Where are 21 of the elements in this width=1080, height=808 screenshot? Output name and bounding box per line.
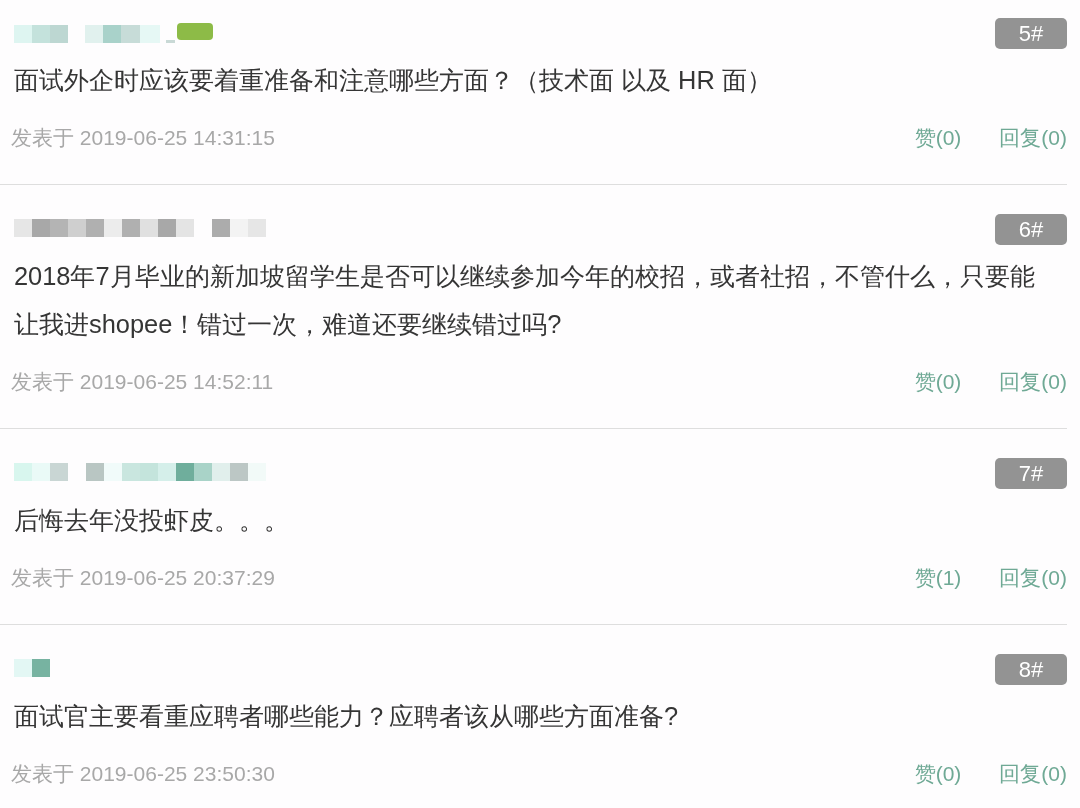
post-timestamp: 发表于 2019-06-25 14:52:11: [11, 369, 274, 395]
post-text: 面试官主要看重应聘者哪些能力？应聘者该从哪些方面准备?: [14, 701, 680, 732]
pixelated-username: [14, 659, 50, 679]
floor-badge: 5#: [995, 17, 1067, 49]
post-timestamp: 发表于 2019-06-25 20:37:29: [11, 565, 275, 591]
like-link[interactable]: 赞(0): [914, 124, 962, 152]
reply-link[interactable]: 回复(0): [999, 564, 1067, 592]
floor-badge: 6#: [995, 213, 1067, 245]
post-text: 后悔去年没投虾皮。。。: [14, 505, 290, 536]
post-text: 面试外企时应该要着重准备和注意哪些方面？（技术面 以及 HR 面）: [14, 65, 773, 96]
like-link[interactable]: 赞(0): [914, 760, 962, 788]
like-link[interactable]: 赞(1): [914, 564, 962, 592]
like-link[interactable]: 赞(0): [914, 368, 962, 396]
reply-link[interactable]: 回复(0): [999, 760, 1067, 788]
floor-badge: 7#: [995, 457, 1067, 489]
post-timestamp: 发表于 2019-06-25 23:50:30: [11, 761, 275, 787]
floor-badge: 8#: [995, 653, 1067, 685]
post-text: 2018年7月毕业的新加坡留学生是否可以继续参加今年的校招，或者社招，不管什么，只要能让我进shopee！错过一次，难道还要继续错过吗?: [14, 261, 1036, 340]
post-timestamp: 发表于 2019-06-25 14:31:15: [11, 125, 275, 151]
reply-link[interactable]: 回复(0): [999, 124, 1067, 152]
reply-link[interactable]: 回复(0): [999, 368, 1067, 396]
